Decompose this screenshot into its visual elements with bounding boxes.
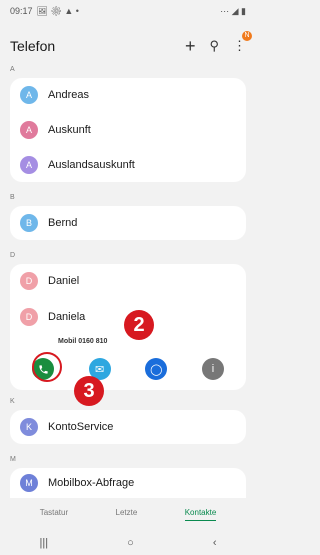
signal-battery-icons: ⋯ ◢ ▮: [220, 5, 246, 16]
tab-recents[interactable]: Letzte: [116, 508, 138, 517]
avatar: D: [20, 308, 38, 326]
avatar: A: [20, 121, 38, 139]
contact-bernd[interactable]: B Bernd: [10, 206, 246, 240]
section-letter-d: D: [10, 252, 16, 259]
contact-kontoservice[interactable]: K KontoService: [10, 410, 246, 444]
contact-name: Mobilbox-Abfrage: [48, 477, 135, 489]
avatar: K: [20, 418, 38, 436]
message-icon: ✉: [95, 363, 105, 376]
contact-auslandsauskunft[interactable]: A Auslandsauskunft: [10, 148, 246, 182]
status-time: 09:17: [10, 6, 33, 16]
search-icon[interactable]: ⚲: [209, 37, 219, 55]
step-marker-2: 2: [124, 310, 154, 340]
section-letter-a: A: [10, 66, 15, 73]
avatar: B: [20, 214, 38, 232]
app-header: Telefon + ⚲ ⋮ N: [0, 28, 256, 64]
page-title: Telefon: [10, 38, 56, 54]
tab-keypad[interactable]: Tastatur: [40, 508, 68, 517]
contact-daniel[interactable]: D Daniel: [10, 264, 246, 298]
section-letter-k: K: [10, 398, 15, 405]
contact-name: Daniela: [48, 311, 86, 323]
back-button[interactable]: ‹: [213, 537, 217, 549]
contact-mobilbox-abfrage[interactable]: M Mobilbox-Abfrage: [10, 468, 246, 498]
call-button-highlight: [32, 352, 62, 382]
video-call-button[interactable]: ◯: [145, 358, 168, 380]
contact-name: Andreas: [48, 89, 89, 101]
contact-andreas[interactable]: A Andreas: [10, 78, 246, 112]
avatar: A: [20, 156, 38, 174]
section-letter-b: B: [10, 194, 15, 201]
bottom-tab-bar: Tastatur Letzte Kontakte: [0, 500, 256, 524]
avatar: M: [20, 474, 38, 492]
contact-name: KontoService: [48, 421, 114, 433]
add-contact-button[interactable]: +: [185, 37, 196, 55]
home-button[interactable]: ○: [127, 537, 134, 549]
info-icon: i: [211, 363, 215, 375]
tab-contacts[interactable]: Kontakte: [184, 508, 216, 521]
status-notification-icons: 🖼 ⚙ ▲ •: [36, 5, 79, 16]
contact-name: Bernd: [48, 217, 78, 229]
notification-badge: N: [242, 31, 252, 41]
contact-name: Auskunft: [48, 124, 91, 136]
recent-apps-button[interactable]: |||: [40, 537, 49, 549]
info-button[interactable]: i: [201, 358, 224, 380]
avatar: A: [20, 86, 38, 104]
video-icon: ◯: [150, 363, 163, 376]
avatar: D: [20, 272, 38, 290]
section-letter-m: M: [10, 456, 16, 463]
contact-auskunft[interactable]: A Auskunft: [10, 113, 246, 147]
contact-name: Daniel: [48, 275, 80, 287]
step-marker-3: 3: [74, 376, 104, 406]
more-options-button[interactable]: ⋮ N: [233, 31, 252, 55]
status-bar: 09:17 🖼 ⚙ ▲ • ⋯ ◢ ▮: [0, 0, 256, 22]
contact-name: Auslandsauskunft: [48, 159, 135, 171]
contact-phone-number: Mobil 0160 810: [58, 338, 108, 345]
system-navigation-bar: ||| ○ ‹: [0, 530, 256, 555]
